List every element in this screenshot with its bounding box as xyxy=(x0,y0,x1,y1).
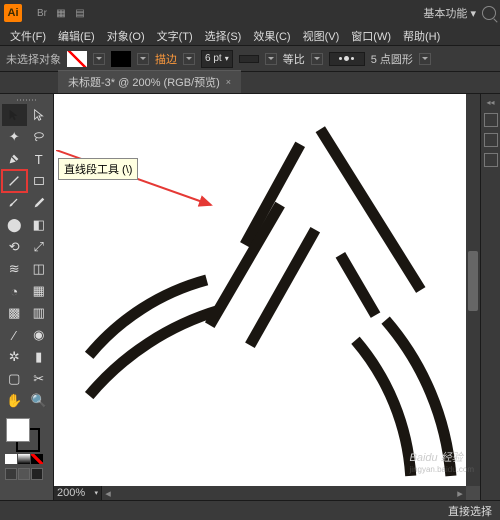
search-icon[interactable] xyxy=(482,6,496,20)
selection-tool[interactable] xyxy=(2,104,27,126)
menu-window[interactable]: 窗口(W) xyxy=(347,28,395,44)
stroke-weight-stepper-icon[interactable] xyxy=(183,53,195,65)
draw-behind[interactable] xyxy=(18,468,30,480)
nav-prev-icon[interactable]: ◂ xyxy=(102,487,114,500)
width-tool[interactable]: ≋ xyxy=(2,258,27,280)
dash-dropdown-icon[interactable] xyxy=(265,53,277,65)
toolbox: ✦ T ⬤◧ ⟲⤢ ≋◫ ◔▦ ▩▥ ⁄◉ ✲▮ ▢✂ ✋🔍 xyxy=(0,94,54,500)
menu-bar: 文件(F) 编辑(E) 对象(O) 文字(T) 选择(S) 效果(C) 视图(V… xyxy=(0,26,500,46)
hand-tool[interactable]: ✋ xyxy=(2,390,27,412)
zoom-tool[interactable]: 🔍 xyxy=(27,390,52,412)
scale-dropdown-icon[interactable] xyxy=(311,53,323,65)
stroke-dropdown-icon[interactable] xyxy=(137,53,149,65)
rotate-tool[interactable]: ⟲ xyxy=(2,236,27,258)
stroke-weight-input[interactable]: 6 pt▾ xyxy=(201,50,233,68)
fill-stroke-control[interactable] xyxy=(2,416,51,452)
fill-color[interactable] xyxy=(6,418,30,442)
mesh-tool[interactable]: ▩ xyxy=(2,302,27,324)
profile-dropdown-icon[interactable] xyxy=(419,53,431,65)
paintbrush-tool[interactable] xyxy=(2,192,27,214)
blob-brush-tool[interactable]: ⬤ xyxy=(2,214,27,236)
nav-next-icon[interactable]: ▸ xyxy=(454,487,466,500)
menu-effect[interactable]: 效果(C) xyxy=(249,28,294,44)
dash-preview[interactable] xyxy=(239,55,259,63)
menu-file[interactable]: 文件(F) xyxy=(6,28,50,44)
menu-type[interactable]: 文字(T) xyxy=(153,28,197,44)
color-gradient[interactable] xyxy=(18,454,30,464)
column-graph-tool[interactable]: ▮ xyxy=(27,346,52,368)
close-tab-icon[interactable]: × xyxy=(226,77,231,87)
panel-icon-2[interactable] xyxy=(484,133,498,147)
menu-edit[interactable]: 编辑(E) xyxy=(54,28,99,44)
pen-tool[interactable] xyxy=(2,148,27,170)
tool-tooltip: 直线段工具 (\) xyxy=(58,158,138,180)
dock-expand-icon[interactable]: ◂◂ xyxy=(486,98,494,107)
zoom-level-input[interactable]: 200%▾ xyxy=(54,486,102,500)
main-area: ✦ T ⬤◧ ⟲⤢ ≋◫ ◔▦ ▩▥ ⁄◉ ✲▮ ▢✂ ✋🔍 xyxy=(0,94,500,500)
title-bar: Ai Br ▦ ▤ 基本功能 ▾ xyxy=(0,0,500,26)
draw-normal[interactable] xyxy=(5,468,17,480)
direct-selection-tool[interactable] xyxy=(27,104,52,126)
layout-icon[interactable]: ▦ xyxy=(53,5,69,21)
screen-mode-row xyxy=(2,468,51,480)
workspace-switcher[interactable]: 基本功能 ▾ xyxy=(423,5,476,21)
color-none[interactable] xyxy=(31,454,43,464)
profile-preview[interactable] xyxy=(329,52,365,66)
gradient-tool[interactable]: ▥ xyxy=(27,302,52,324)
fill-dropdown-icon[interactable] xyxy=(93,53,105,65)
scale-tool[interactable]: ⤢ xyxy=(27,236,52,258)
document-tab[interactable]: 未标题-3* @ 200% (RGB/预览) × xyxy=(58,70,241,93)
type-tool[interactable]: T xyxy=(27,148,52,170)
shape-builder-tool[interactable]: ◔ xyxy=(2,280,27,302)
menu-help[interactable]: 帮助(H) xyxy=(399,28,444,44)
eraser-tool[interactable]: ◧ xyxy=(27,214,52,236)
bridge-icon[interactable]: Br xyxy=(34,5,50,21)
bridge-icons: Br ▦ ▤ xyxy=(34,5,88,21)
selection-status: 未选择对象 xyxy=(6,51,61,67)
menu-view[interactable]: 视图(V) xyxy=(299,28,344,44)
pencil-tool[interactable] xyxy=(27,192,52,214)
menu-select[interactable]: 选择(S) xyxy=(201,28,246,44)
rectangle-tool[interactable] xyxy=(27,170,52,192)
stroke-label[interactable]: 描边 xyxy=(155,51,177,67)
document-tab-label: 未标题-3* @ 200% (RGB/预览) xyxy=(68,74,220,90)
stroke-swatch[interactable] xyxy=(111,51,131,67)
lasso-tool[interactable] xyxy=(27,126,52,148)
vertical-scrollbar[interactable] xyxy=(466,94,480,486)
artwork xyxy=(54,94,466,486)
status-tool-label: 直接选择 xyxy=(448,503,492,519)
magic-wand-tool[interactable]: ✦ xyxy=(2,126,27,148)
blend-tool[interactable]: ◉ xyxy=(27,324,52,346)
profile-label: 5 点圆形 xyxy=(371,51,413,67)
menu-object[interactable]: 对象(O) xyxy=(103,28,149,44)
artboard-tool[interactable]: ▢ xyxy=(2,368,27,390)
control-bar: 未选择对象 描边 6 pt▾ 等比 5 点圆形 xyxy=(0,46,500,72)
artboard[interactable] xyxy=(54,94,466,486)
eyedropper-tool[interactable]: ⁄ xyxy=(2,324,27,346)
panel-icon-1[interactable] xyxy=(484,113,498,127)
free-transform-tool[interactable]: ◫ xyxy=(27,258,52,280)
doc-icon[interactable]: ▤ xyxy=(72,5,88,21)
status-bar: 直接选择 xyxy=(0,500,500,520)
app-logo-icon: Ai xyxy=(4,4,22,22)
slice-tool[interactable]: ✂ xyxy=(27,368,52,390)
symbol-sprayer-tool[interactable]: ✲ xyxy=(2,346,27,368)
canvas-area: 200%▾ ◂ ▸ xyxy=(54,94,480,500)
vertical-scroll-thumb[interactable] xyxy=(468,251,478,311)
color-white[interactable] xyxy=(5,454,17,464)
scale-label: 等比 xyxy=(283,51,305,67)
document-tabs: 未标题-3* @ 200% (RGB/预览) × xyxy=(0,72,500,94)
horizontal-scrollbar: 200%▾ ◂ ▸ xyxy=(54,486,466,500)
panel-icon-3[interactable] xyxy=(484,153,498,167)
color-mode-swatches xyxy=(2,454,51,464)
toolbox-grip[interactable] xyxy=(2,96,51,104)
draw-inside[interactable] xyxy=(31,468,43,480)
line-segment-tool[interactable] xyxy=(2,170,27,192)
panel-dock: ◂◂ xyxy=(480,94,500,500)
perspective-grid-tool[interactable]: ▦ xyxy=(27,280,52,302)
fill-swatch[interactable] xyxy=(67,51,87,67)
